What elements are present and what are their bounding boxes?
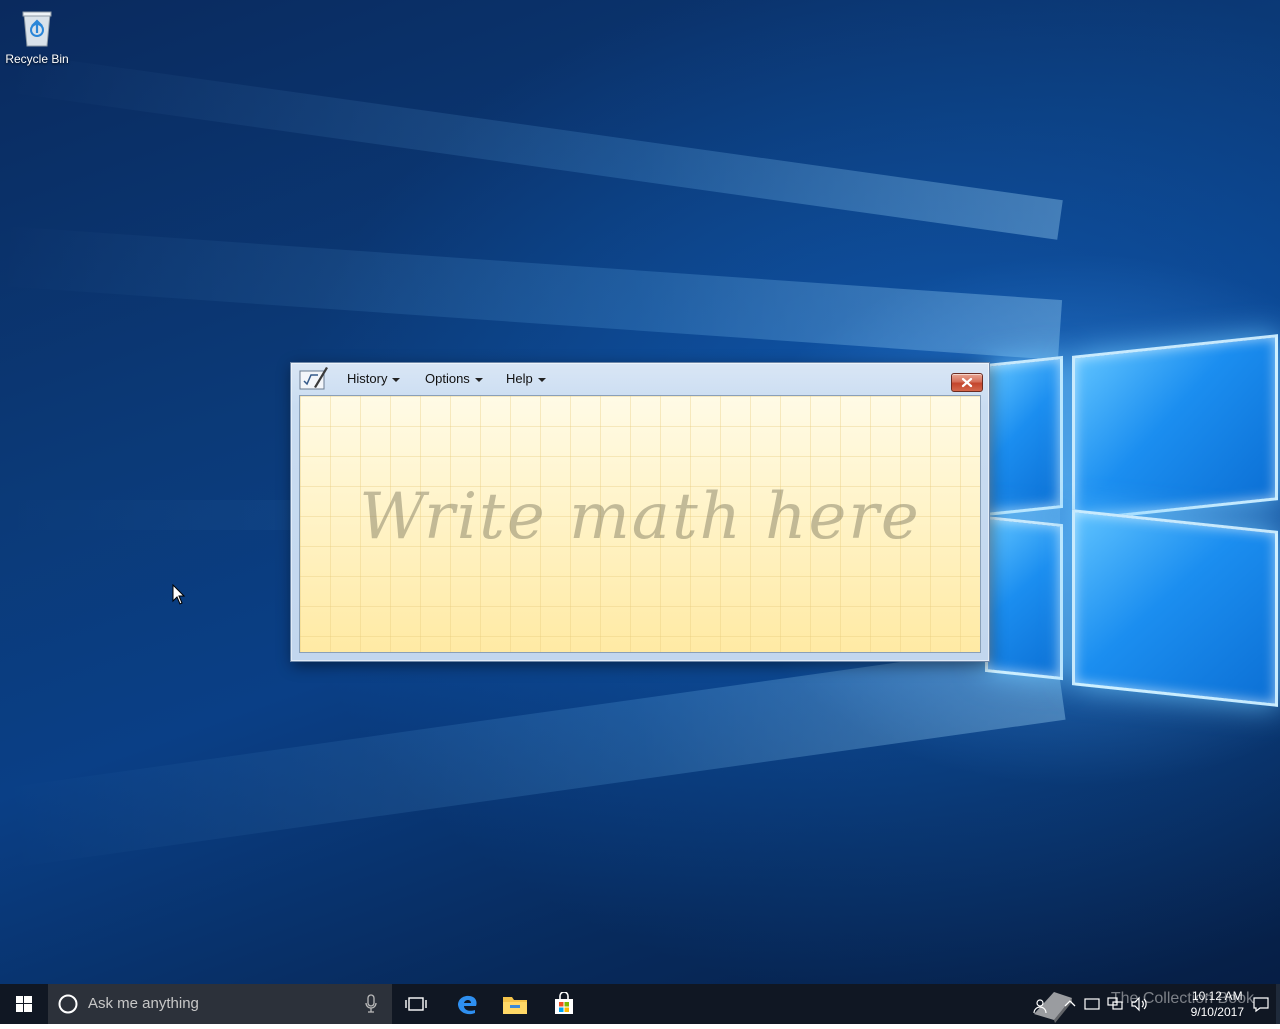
wallpaper-logo-pane bbox=[1072, 509, 1278, 707]
title-bar[interactable]: History Options Help bbox=[291, 363, 989, 395]
menu-label: History bbox=[347, 371, 388, 386]
writing-area[interactable]: Write math here bbox=[299, 395, 981, 653]
system-tray: The Collection Book 10:12 AM 9/10/2017 bbox=[1020, 984, 1280, 1024]
desktop-icon-recycle-bin[interactable]: Recycle Bin bbox=[4, 6, 70, 66]
wallpaper-logo-pane bbox=[1072, 334, 1278, 522]
search-box[interactable]: Ask me anything bbox=[48, 984, 392, 1024]
wallpaper-beam bbox=[4, 640, 1066, 868]
chevron-down-icon bbox=[474, 377, 483, 382]
wallpaper-logo-pane bbox=[985, 355, 1063, 517]
desktop-icon-label: Recycle Bin bbox=[5, 52, 69, 66]
microphone-icon[interactable] bbox=[364, 994, 378, 1014]
close-icon bbox=[961, 377, 973, 388]
action-center-icon[interactable] bbox=[1252, 995, 1270, 1013]
wallpaper-logo-pane bbox=[985, 515, 1063, 681]
chevron-down-icon bbox=[392, 377, 401, 382]
edge-icon[interactable] bbox=[443, 984, 491, 1024]
wallpaper-beam bbox=[7, 52, 1063, 240]
store-icon[interactable] bbox=[540, 984, 588, 1024]
close-button[interactable] bbox=[951, 373, 983, 392]
menu-history[interactable]: History bbox=[347, 371, 401, 386]
chevron-down-icon bbox=[537, 377, 546, 382]
desktop: Recycle Bin History Options Help Write m… bbox=[0, 0, 1280, 984]
show-desktop-button[interactable] bbox=[1276, 984, 1280, 1024]
start-button[interactable] bbox=[0, 984, 48, 1024]
clock-date: 9/10/2017 bbox=[1190, 1005, 1244, 1019]
search-placeholder: Ask me anything bbox=[88, 995, 199, 1012]
cortana-icon bbox=[58, 994, 78, 1014]
recycle-bin-icon bbox=[20, 8, 54, 48]
taskbar: Ask me anything The Collection Book 10:1… bbox=[0, 984, 1280, 1024]
people-icon[interactable] bbox=[1032, 998, 1048, 1014]
chevron-up-icon[interactable] bbox=[1064, 998, 1076, 1010]
math-input-panel-window[interactable]: History Options Help Write math here bbox=[290, 362, 990, 662]
math-input-panel-icon bbox=[299, 365, 329, 391]
windows-logo-icon bbox=[16, 996, 32, 1012]
mouse-cursor-icon bbox=[172, 583, 186, 606]
writing-area-placeholder: Write math here bbox=[359, 480, 921, 554]
menu-help[interactable]: Help bbox=[506, 371, 546, 386]
menu-label: Help bbox=[506, 371, 533, 386]
file-explorer-icon[interactable] bbox=[491, 984, 539, 1024]
menu-label: Options bbox=[425, 371, 470, 386]
task-view-icon[interactable] bbox=[392, 984, 440, 1024]
clock[interactable]: 10:12 AM 9/10/2017 bbox=[1191, 988, 1244, 1020]
wallpaper-beam bbox=[0, 226, 1063, 360]
menu-options[interactable]: Options bbox=[425, 371, 483, 386]
clock-time: 10:12 AM bbox=[1191, 989, 1243, 1003]
keyboard-icon[interactable] bbox=[1084, 997, 1100, 1011]
